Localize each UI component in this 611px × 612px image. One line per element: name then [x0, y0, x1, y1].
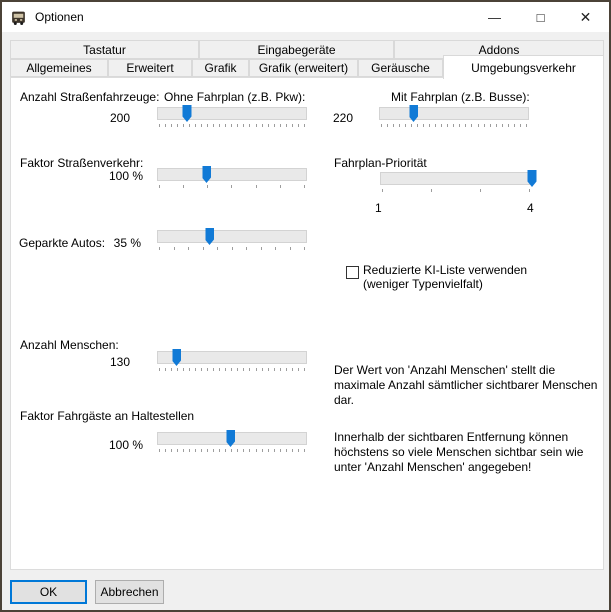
slider-geparkte-autos[interactable]	[157, 230, 307, 254]
reduced-ki-list-label: Reduzierte KI-Liste verwenden (weniger T…	[363, 263, 527, 291]
tab-label: Grafik (erweitert)	[259, 61, 348, 75]
tab-label: Erweitert	[126, 61, 173, 75]
label-faktor-fahrgaeste: Faktor Fahrgäste an Haltestellen	[20, 409, 194, 423]
slider-fahrplan-prioritaet[interactable]	[380, 172, 532, 196]
value-ohne-fahrplan: 200	[110, 111, 130, 125]
minimize-button[interactable]: —	[472, 2, 517, 32]
maximize-button[interactable]: □	[518, 2, 563, 32]
priority-min-label: 1	[375, 201, 382, 215]
maximize-icon: □	[537, 10, 545, 25]
slider-ticks	[159, 247, 305, 250]
slider-ticks	[159, 368, 305, 371]
tab-label: Allgemeines	[26, 61, 91, 75]
slider-ticks	[159, 124, 305, 127]
minimize-icon: —	[488, 10, 501, 25]
tab-page-umgebungsverkehr	[10, 77, 604, 570]
slider-track[interactable]	[157, 107, 307, 120]
tab-allgemeines[interactable]: Allgemeines	[10, 59, 108, 77]
ok-button[interactable]: OK	[10, 580, 87, 604]
slider-track[interactable]	[157, 168, 307, 181]
tab-eingabegeraete[interactable]: Eingabegeräte	[199, 40, 394, 59]
tab-label: Geräusche	[371, 61, 430, 75]
label-anzahl-strassenfahrzeuge: Anzahl Straßenfahrzeuge:	[20, 90, 159, 104]
value-mit-fahrplan: 220	[333, 111, 353, 125]
value-anzahl-menschen: 130	[110, 355, 130, 369]
slider-ticks	[159, 185, 305, 188]
close-button[interactable]: ✕	[563, 2, 608, 32]
cancel-button[interactable]: Abbrechen	[95, 580, 164, 604]
slider-track[interactable]	[157, 230, 307, 243]
reduced-ki-list-checkbox[interactable]	[346, 266, 359, 279]
slider-ticks	[382, 189, 530, 192]
slider-faktor-strassenverkehr[interactable]	[157, 168, 307, 192]
label-anzahl-menschen: Anzahl Menschen:	[20, 338, 119, 352]
label-geparkte-autos: Geparkte Autos:	[19, 236, 105, 250]
slider-ticks	[159, 449, 305, 452]
tab-label: Umgebungsverkehr	[471, 61, 576, 75]
slider-track[interactable]	[379, 107, 529, 120]
slider-ticks	[381, 124, 527, 127]
tab-tastatur[interactable]: Tastatur	[10, 40, 199, 59]
priority-max-label: 4	[527, 201, 534, 215]
tab-umgebungsverkehr[interactable]: Umgebungsverkehr	[443, 55, 604, 79]
slider-anzahl-menschen[interactable]	[157, 351, 307, 375]
tab-erweitert[interactable]: Erweitert	[108, 59, 192, 77]
slider-track[interactable]	[380, 172, 532, 185]
ok-button-label: OK	[40, 585, 57, 599]
checkbox-label-line2: (weniger Typenvielfalt)	[363, 277, 527, 291]
checkbox-label-line1: Reduzierte KI-Liste verwenden	[363, 263, 527, 277]
tab-label: Eingabegeräte	[257, 43, 335, 57]
label-fahrplan-prioritaet: Fahrplan-Priorität	[334, 156, 427, 170]
value-geparkte-autos: 35 %	[114, 236, 141, 250]
window-title: Optionen	[35, 10, 84, 24]
note-anzahl-menschen: Der Wert von 'Anzahl Menschen' stellt di…	[334, 363, 606, 408]
slider-mit-fahrplan[interactable]	[379, 107, 529, 131]
reduced-ki-list-checkbox-row: Reduzierte KI-Liste verwenden (weniger T…	[346, 263, 527, 291]
value-faktor-strassenverkehr: 100 %	[109, 169, 143, 183]
slider-faktor-fahrgaeste[interactable]	[157, 432, 307, 456]
close-icon: ✕	[580, 9, 592, 26]
value-faktor-fahrgaeste: 100 %	[109, 438, 143, 452]
bus-app-icon	[10, 9, 27, 26]
options-dialog: { "window": { "title": "Optionen", "cont…	[0, 0, 611, 612]
tab-label: Grafik	[204, 61, 236, 75]
note-faktor-fahrgaeste: Innerhalb der sichtbaren Entfernung könn…	[334, 430, 606, 475]
label-mit-fahrplan: Mit Fahrplan (z.B. Busse):	[391, 90, 530, 104]
cancel-button-label: Abbrechen	[100, 585, 158, 599]
label-faktor-strassenverkehr: Faktor Straßenverkehr:	[20, 156, 143, 170]
slider-ohne-fahrplan[interactable]	[157, 107, 307, 131]
tab-geraeusche[interactable]: Geräusche	[358, 59, 443, 77]
title-bar: Optionen — □ ✕	[2, 2, 609, 32]
tab-label: Tastatur	[83, 43, 126, 57]
tab-grafik[interactable]: Grafik	[192, 59, 249, 77]
label-ohne-fahrplan: Ohne Fahrplan (z.B. Pkw):	[164, 90, 305, 104]
tab-grafik-erweitert[interactable]: Grafik (erweitert)	[249, 59, 358, 77]
